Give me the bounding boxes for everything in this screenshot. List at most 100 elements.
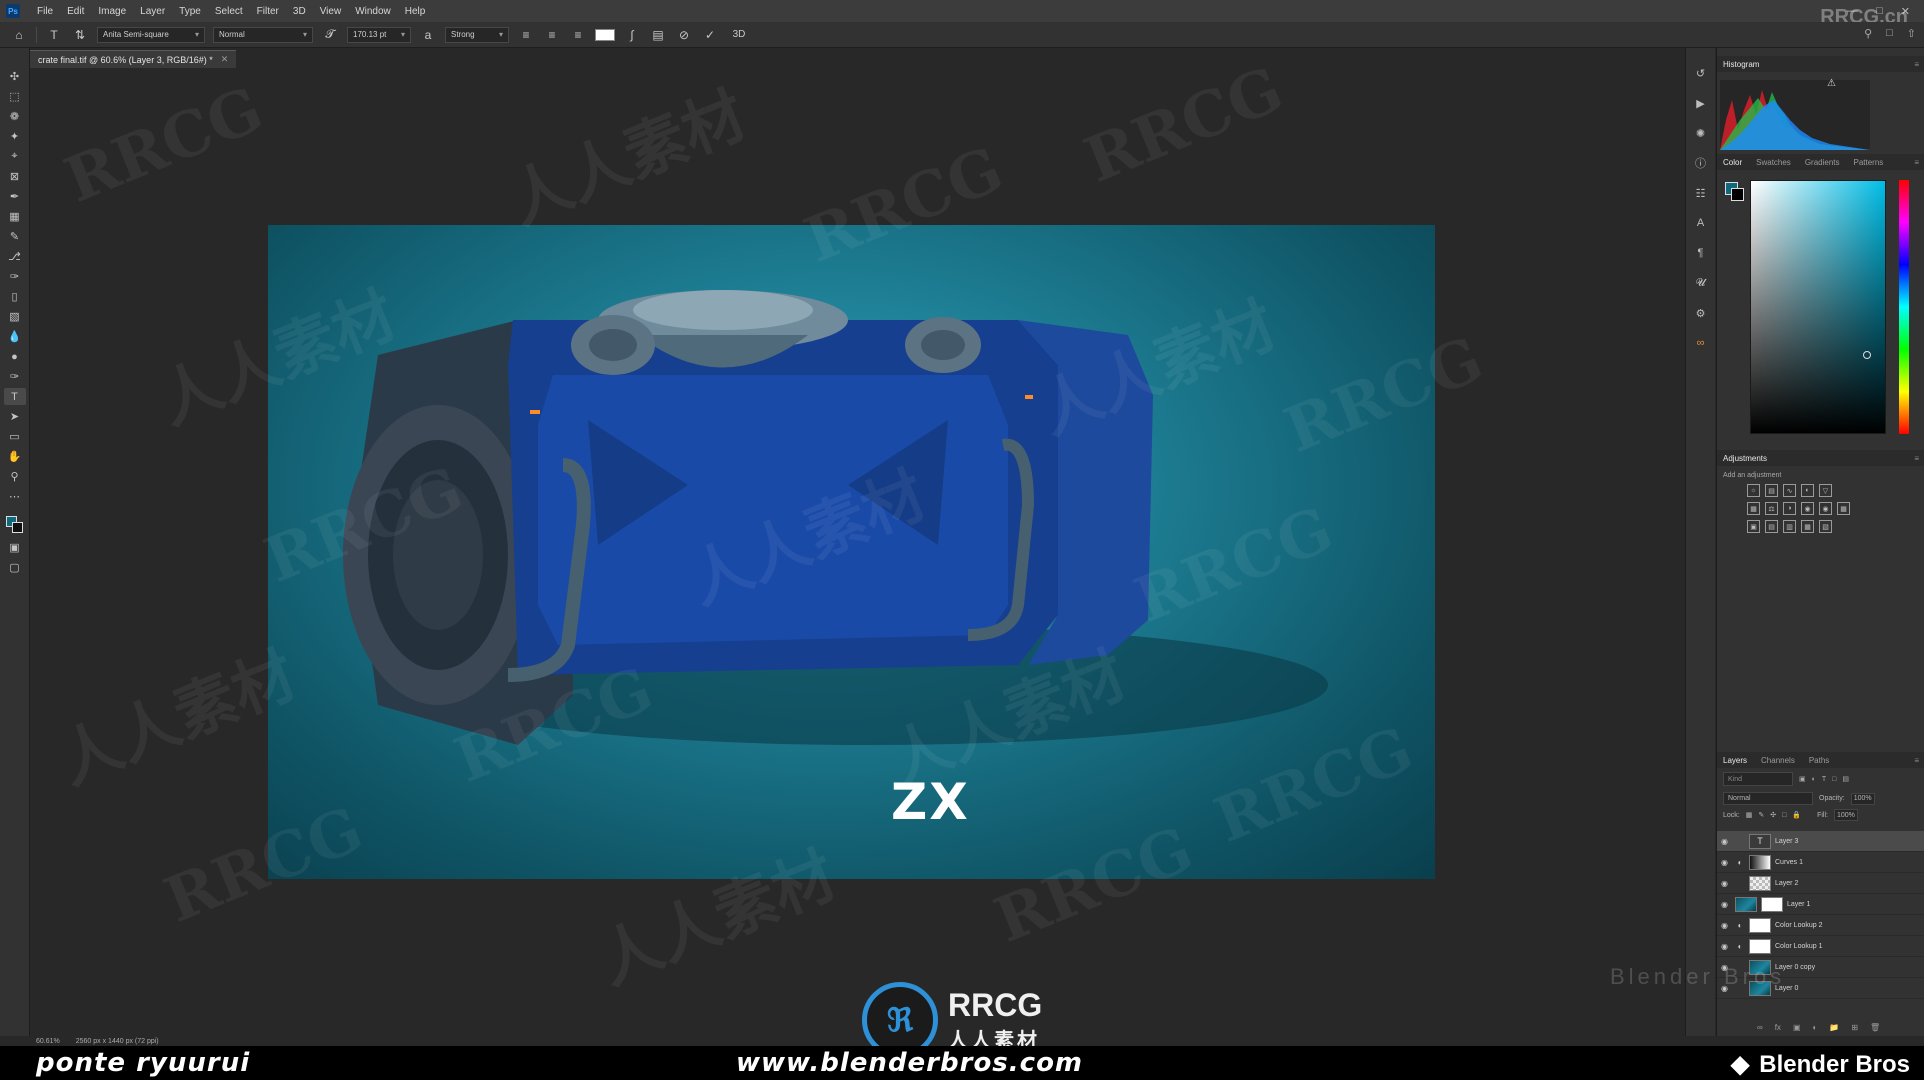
zx-text-layer[interactable]: ZX (891, 773, 970, 831)
channel-mixer-icon[interactable]: ◉ (1819, 502, 1832, 515)
properties-panel-icon[interactable]: ⚙ (1691, 302, 1711, 324)
panel-menu-icon[interactable]: ≡ (1914, 756, 1919, 765)
filter-pixel-icon[interactable]: ▣ (1799, 775, 1806, 783)
layer-row[interactable]: ◉ T Layer 3 (1717, 831, 1924, 852)
tab-gradients[interactable]: Gradients (1805, 158, 1840, 167)
new-adjustment-icon[interactable]: ◐ (1813, 1023, 1818, 1032)
home-icon[interactable]: ⌂ (10, 26, 28, 44)
menu-window[interactable]: Window (348, 6, 398, 17)
layer-style-icon[interactable]: fx (1775, 1023, 1781, 1032)
background-color-swatch[interactable] (1731, 188, 1744, 201)
antialias-select[interactable]: Strong (445, 26, 509, 43)
color-lookup-icon[interactable]: ▦ (1837, 502, 1850, 515)
history-panel-icon[interactable]: ↺ (1691, 62, 1711, 84)
menu-filter[interactable]: Filter (250, 6, 286, 17)
gradient-map-icon[interactable]: ▧ (1819, 520, 1832, 533)
invert-icon[interactable]: ▣ (1747, 520, 1760, 533)
tab-swatches[interactable]: Swatches (1756, 158, 1791, 167)
menu-view[interactable]: View (313, 6, 349, 17)
eraser-tool-icon[interactable]: ▯ (4, 288, 26, 305)
text-color-swatch[interactable] (595, 28, 615, 41)
visibility-eye-icon[interactable]: ◉ (1721, 900, 1731, 909)
crate-artwork[interactable]: ZX (268, 225, 1435, 879)
stamp-tool-icon[interactable]: ⎇ (4, 248, 26, 265)
align-left-icon[interactable]: ≡ (517, 26, 535, 44)
pen-tool-icon[interactable]: ✑ (4, 368, 26, 385)
visibility-eye-icon[interactable]: ◉ (1721, 942, 1731, 951)
tab-patterns[interactable]: Patterns (1854, 158, 1884, 167)
document-tab[interactable]: crate final.tif @ 60.6% (Layer 3, RGB/16… (30, 50, 237, 68)
tab-paths[interactable]: Paths (1809, 756, 1829, 765)
zoom-tool-icon[interactable]: ⚲ (4, 468, 26, 485)
share-icon[interactable]: ⇧ (1907, 27, 1916, 40)
type-tool-preset-icon[interactable]: T (45, 26, 63, 44)
lock-position-icon[interactable]: ✣ (1770, 811, 1776, 819)
frame-tool-icon[interactable]: ⊠ (4, 168, 26, 185)
visibility-eye-icon[interactable]: ◉ (1721, 921, 1731, 930)
shape-tool-icon[interactable]: ▭ (4, 428, 26, 445)
healing-tool-icon[interactable]: ▦ (4, 208, 26, 225)
font-family-select[interactable]: Anita Semi-square (97, 26, 205, 43)
more-tools-icon[interactable]: ⋯ (4, 488, 26, 505)
menu-type[interactable]: Type (172, 6, 208, 17)
move-tool-icon[interactable]: ✣ (4, 68, 26, 85)
foreground-background-swatches[interactable] (4, 514, 26, 536)
path-selection-tool-icon[interactable]: ➤ (4, 408, 26, 425)
levels-icon[interactable]: ▤ (1765, 484, 1778, 497)
lock-all-icon[interactable]: 🔒 (1792, 811, 1801, 819)
exposure-icon[interactable]: ◐ (1801, 484, 1814, 497)
menu-image[interactable]: Image (91, 6, 133, 17)
tab-adjustments[interactable]: Adjustments (1723, 454, 1767, 463)
panel-menu-icon[interactable]: ≡ (1914, 454, 1919, 463)
selective-color-icon[interactable]: ▦ (1801, 520, 1814, 533)
photo-filter-icon[interactable]: ◉ (1801, 502, 1814, 515)
hue-saturation-icon[interactable]: ▦ (1747, 502, 1760, 515)
plugin-icon[interactable]: ∞ (1691, 332, 1711, 354)
vibrance-icon[interactable]: ▽ (1819, 484, 1832, 497)
quick-mask-icon[interactable]: ▣ (4, 539, 26, 556)
clone-source-icon[interactable]: ☷ (1691, 182, 1711, 204)
zoom-level[interactable]: 60.61% (36, 1038, 60, 1045)
lasso-tool-icon[interactable]: ❁ (4, 108, 26, 125)
close-tab-icon[interactable]: ✕ (221, 54, 229, 65)
character-panel-icon[interactable]: ▤ (649, 26, 667, 44)
dodge-tool-icon[interactable]: ● (4, 348, 26, 365)
lock-artboard-icon[interactable]: □ (1782, 812, 1786, 819)
blur-tool-icon[interactable]: 💧 (4, 328, 26, 345)
layer-row[interactable]: ◉ ◐ Curves 1 (1717, 852, 1924, 873)
screen-mode-icon[interactable]: ▢ (4, 559, 26, 576)
brush-settings-icon[interactable]: ✺ (1691, 122, 1711, 144)
align-right-icon[interactable]: ≡ (569, 26, 587, 44)
visibility-eye-icon[interactable]: ◉ (1721, 837, 1731, 846)
3d-button[interactable]: 3D (727, 26, 751, 44)
commit-check-icon[interactable]: ✓ (701, 26, 719, 44)
filter-smart-icon[interactable]: ▤ (1842, 775, 1849, 783)
character-panel-icon[interactable]: A (1691, 212, 1711, 234)
workspace-icon[interactable]: □ (1886, 27, 1893, 40)
filter-adjustment-icon[interactable]: ◐ (1812, 776, 1816, 783)
lock-pixels-icon[interactable]: ▦ (1746, 811, 1753, 819)
menu-file[interactable]: File (30, 6, 60, 17)
color-panel-swatches[interactable] (1725, 182, 1745, 202)
brush-tool-icon[interactable]: ✎ (4, 228, 26, 245)
warp-text-icon[interactable]: ∫ (623, 26, 641, 44)
info-icon[interactable]: ⓘ (1691, 152, 1711, 174)
filter-type-icon[interactable]: T (1822, 776, 1826, 783)
black-white-icon[interactable]: ◑ (1783, 502, 1796, 515)
menu-layer[interactable]: Layer (133, 6, 172, 17)
curves-icon[interactable]: ∿ (1783, 484, 1796, 497)
magic-wand-tool-icon[interactable]: ✦ (4, 128, 26, 145)
layer-row[interactable]: ◉ Layer 1 (1717, 894, 1924, 915)
warning-icon[interactable]: ⚠ (1827, 78, 1836, 89)
canvas-area[interactable]: ZX RRCG 人人素材 RRCG RRCG 人人素材 人人素材 RRCG RR… (31, 68, 1671, 1036)
lock-brush-icon[interactable]: ✎ (1758, 811, 1764, 819)
eyedropper-tool-icon[interactable]: ✒ (4, 188, 26, 205)
paragraph-panel-icon[interactable]: ¶ (1691, 242, 1711, 264)
color-balance-icon[interactable]: ⚖ (1765, 502, 1778, 515)
search-icon[interactable]: ⚲ (1864, 27, 1872, 40)
history-brush-tool-icon[interactable]: ✑ (4, 268, 26, 285)
actions-play-icon[interactable]: ▶ (1691, 92, 1711, 114)
tab-color[interactable]: Color (1723, 158, 1742, 167)
cancel-icon[interactable]: ⊘ (675, 26, 693, 44)
threshold-icon[interactable]: ▥ (1783, 520, 1796, 533)
